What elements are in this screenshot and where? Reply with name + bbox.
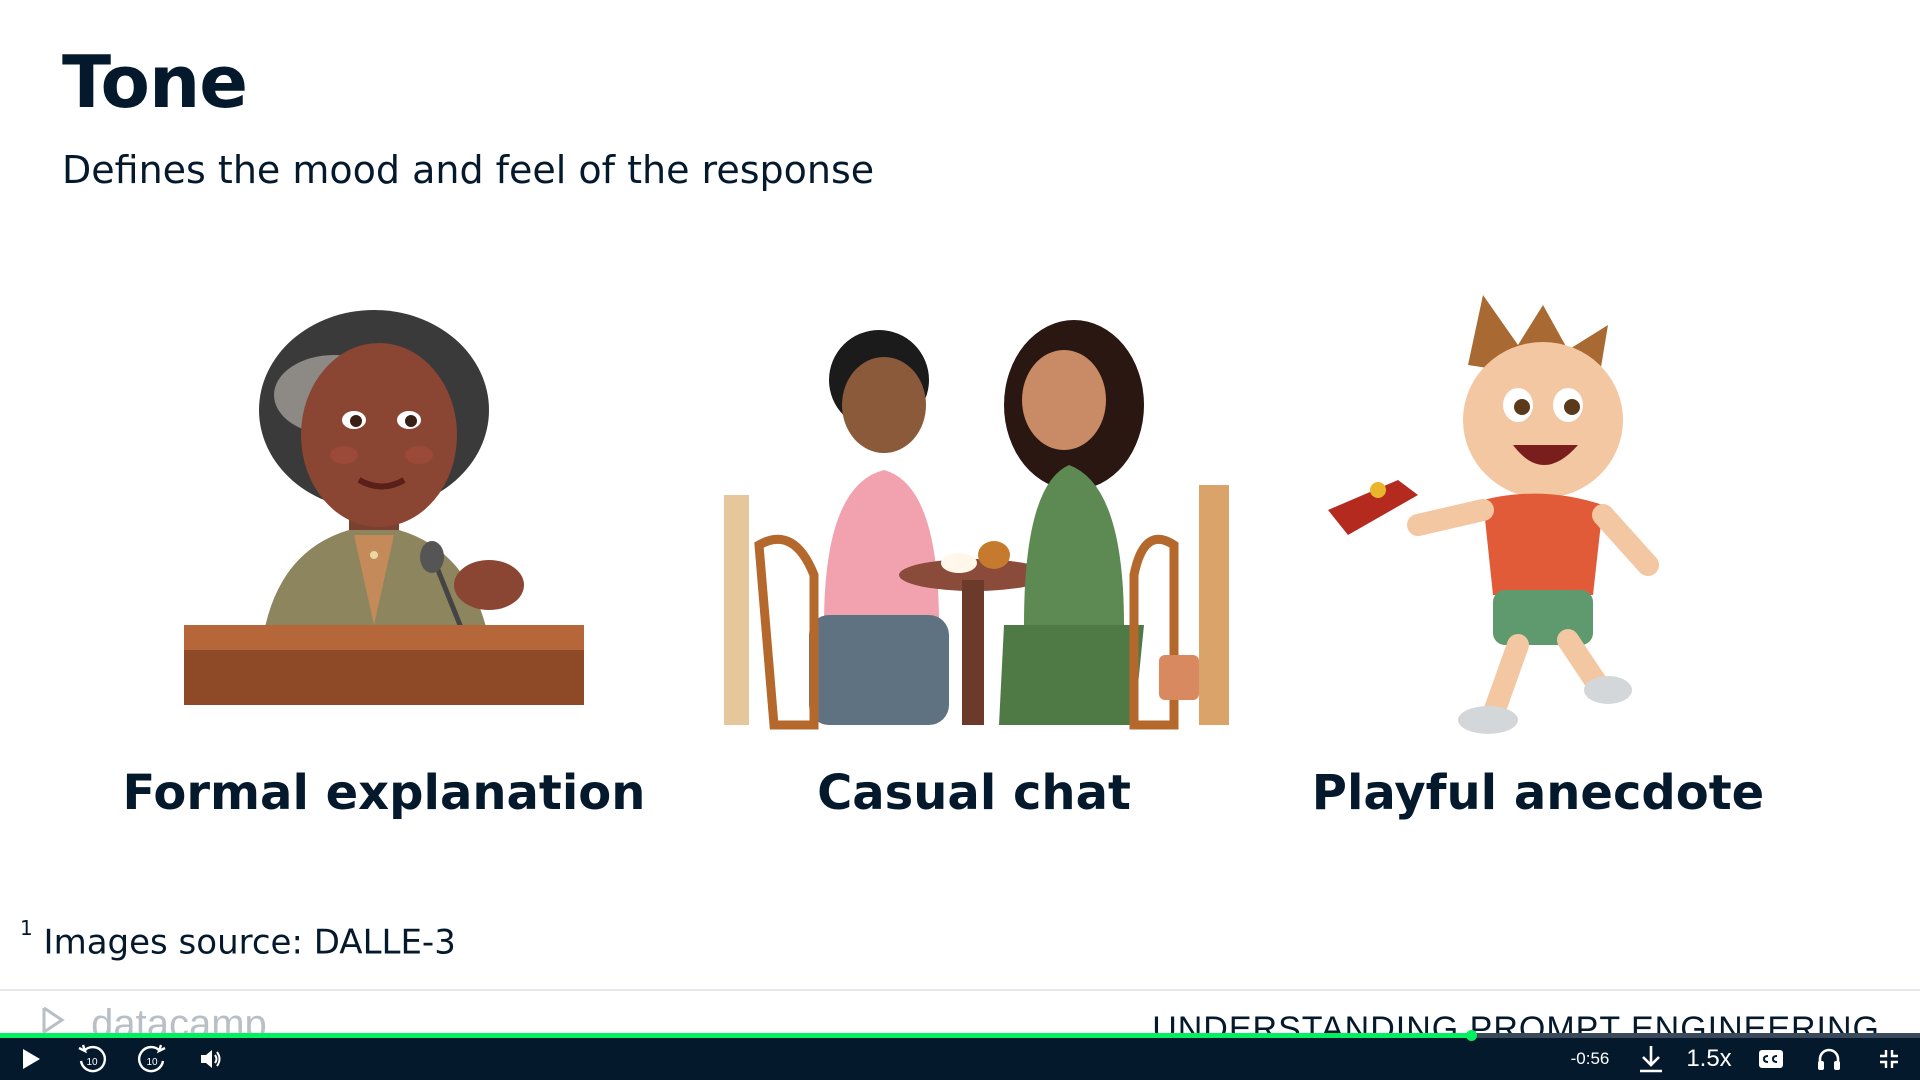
forward-10-button[interactable]: 10: [132, 1042, 172, 1076]
captions-icon: [1759, 1050, 1783, 1068]
card-label-casual: Casual chat: [817, 765, 1131, 821]
captions-button[interactable]: [1754, 1042, 1788, 1076]
image-source-footnote: 1 Images source: DALLE-3: [20, 916, 456, 963]
volume-button[interactable]: [194, 1042, 228, 1076]
card-playful: Playful anecdote: [1268, 295, 1808, 835]
card-label-formal: Formal explanation: [122, 765, 646, 821]
forward-seconds: 10: [146, 1057, 158, 1068]
slide-title: Tone: [62, 40, 248, 124]
time-remaining: -0:56: [1570, 1049, 1610, 1068]
footer-divider: [0, 989, 1920, 991]
rewind-10-button[interactable]: 10: [72, 1042, 112, 1076]
audio-only-button[interactable]: [1812, 1042, 1846, 1076]
progress-fill: [0, 1033, 1471, 1038]
progress-handle[interactable]: [1465, 1030, 1477, 1041]
exit-fullscreen-button[interactable]: [1872, 1042, 1906, 1076]
forward-10-icon: 10: [137, 1044, 166, 1073]
card-casual: Casual chat: [704, 295, 1244, 835]
rewind-10-icon: 10: [78, 1044, 107, 1073]
slide-subtitle: Defines the mood and feel of the respons…: [62, 148, 875, 192]
headphones-icon: [1818, 1048, 1840, 1070]
podium-speaker-illustration: [184, 310, 584, 705]
rewind-seconds: 10: [86, 1057, 98, 1068]
play-button[interactable]: [14, 1042, 48, 1076]
progress-bar[interactable]: [0, 1030, 1920, 1041]
exit-fullscreen-icon: [1880, 1050, 1898, 1068]
download-icon: [1640, 1046, 1662, 1073]
datacamp-logo-text: datacamp: [91, 1002, 267, 1036]
download-button[interactable]: [1634, 1042, 1668, 1076]
running-boy-illustration: [1328, 295, 1659, 734]
volume-icon: [201, 1050, 221, 1068]
card-label-playful: Playful anecdote: [1311, 765, 1765, 821]
datacamp-logo-icon: [42, 1006, 65, 1036]
footnote-text: Images source: DALLE-3: [43, 922, 456, 963]
video-player-controls: [0, 1035, 1920, 1080]
playback-speed-button[interactable]: 1.5x: [1684, 1042, 1734, 1076]
card-formal: Formal explanation: [114, 295, 654, 835]
play-icon: [23, 1049, 40, 1069]
cafe-chat-illustration: [724, 320, 1229, 730]
datacamp-logo: datacamp: [40, 1002, 340, 1036]
footnote-marker: 1: [20, 916, 33, 940]
slide: Tone Defines the mood and feel of the re…: [0, 0, 1920, 1036]
